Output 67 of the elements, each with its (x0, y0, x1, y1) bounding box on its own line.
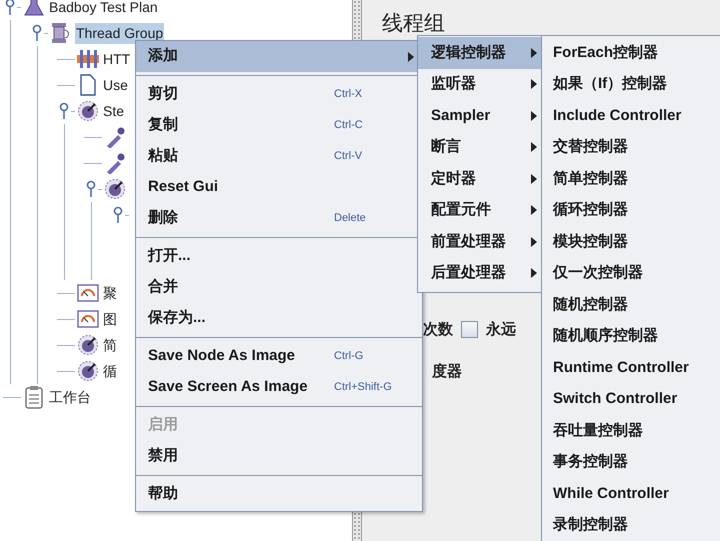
dial-icon (77, 334, 99, 356)
menu-item[interactable]: 定时器 (418, 163, 541, 194)
expand-handle-icon[interactable] (4, 0, 16, 16)
tree-node-label[interactable]: Badboy Test Plan (48, 0, 159, 18)
panel-title: 线程组 (382, 11, 446, 37)
menu-item[interactable]: 录制控制器 (542, 510, 720, 541)
submenu-arrow-icon (531, 48, 537, 58)
menu-item[interactable]: 前置处理器 (418, 226, 541, 258)
menu-item[interactable]: 随机控制器 (542, 289, 720, 320)
tree-node-label[interactable]: 图 (102, 308, 118, 330)
tree-node-label[interactable]: 循 (102, 360, 118, 382)
menu-item[interactable]: 帮助 (136, 479, 422, 510)
menu-item[interactable]: While Controller (542, 478, 720, 510)
menu-item[interactable]: Save Screen As Image Ctrl+Shift-G (136, 372, 422, 403)
checkbox[interactable] (461, 321, 478, 338)
menu-item[interactable]: Include Controller (542, 100, 720, 132)
submenu-arrow-icon (531, 236, 537, 247)
tree-node-label[interactable]: Ste (102, 100, 126, 122)
dial-icon (104, 178, 126, 200)
submenu-arrow-icon (531, 268, 537, 278)
toolbox-icon (75, 49, 101, 69)
menu-item[interactable]: 循环控制器 (542, 194, 720, 226)
menu-item[interactable]: 断言 (418, 132, 541, 163)
menu-item[interactable]: 随机顺序控制器 (542, 320, 720, 352)
menu-item[interactable]: Sampler (418, 100, 541, 132)
menu-item[interactable]: ForEach控制器 (542, 37, 720, 68)
expand-handle-icon[interactable] (112, 206, 124, 224)
menu-item[interactable]: 简单控制器 (542, 163, 720, 194)
gauge-icon (77, 310, 99, 328)
menu-item[interactable]: 后置处理器 (418, 258, 541, 289)
gauge-icon (77, 284, 99, 302)
tree-node-label[interactable]: Thread Group (75, 22, 164, 44)
menu-item[interactable]: 配置元件 (418, 194, 541, 226)
menu-item[interactable]: Runtime Controller (542, 352, 720, 384)
menu-item[interactable]: Save Node As Image Ctrl-G (136, 341, 422, 372)
tree-node-label[interactable]: Use (102, 74, 129, 96)
expand-handle-icon[interactable] (85, 180, 97, 198)
tree-node-label[interactable]: 聚 (102, 282, 118, 304)
document-icon (79, 74, 97, 96)
section-label: 度器 (432, 362, 462, 382)
menu-item[interactable]: 交替控制器 (542, 132, 720, 163)
expand-handle-icon[interactable] (31, 24, 43, 42)
flask-icon (23, 0, 45, 18)
menu-item[interactable]: 如果（If）控制器 (542, 68, 720, 100)
tree-node-label[interactable]: 简 (102, 334, 118, 356)
submenu-arrow-icon (531, 205, 537, 216)
field-label: 次数 (423, 320, 453, 340)
submenu-arrow-icon (531, 142, 537, 152)
submenu-arrow-icon (531, 174, 537, 184)
tree-node-label[interactable]: HTT (102, 48, 132, 70)
dial-icon (77, 360, 99, 382)
tree-node-label[interactable]: 工作台 (48, 386, 92, 408)
clipboard-icon (24, 385, 44, 409)
menu-item[interactable]: 事务控制器 (542, 446, 720, 478)
dial-icon (77, 100, 99, 122)
submenu-arrow-icon (531, 110, 537, 121)
submenu-arrow-icon (531, 79, 537, 90)
menu-item[interactable]: 逻辑控制器 (418, 37, 541, 68)
checkbox-label: 永远 (486, 320, 516, 340)
menu-item[interactable]: 保存为... (136, 303, 422, 334)
menu-item[interactable]: 仅一次控制器 (542, 258, 720, 289)
menu-item[interactable]: 模块控制器 (542, 226, 720, 258)
menu-item[interactable]: 禁用 (136, 441, 422, 472)
menu-item[interactable]: Switch Controller (542, 384, 720, 415)
menu-item[interactable]: 吞吐量控制器 (542, 415, 720, 446)
submenu-arrow-icon (408, 52, 414, 62)
expand-handle-icon[interactable] (58, 102, 70, 120)
